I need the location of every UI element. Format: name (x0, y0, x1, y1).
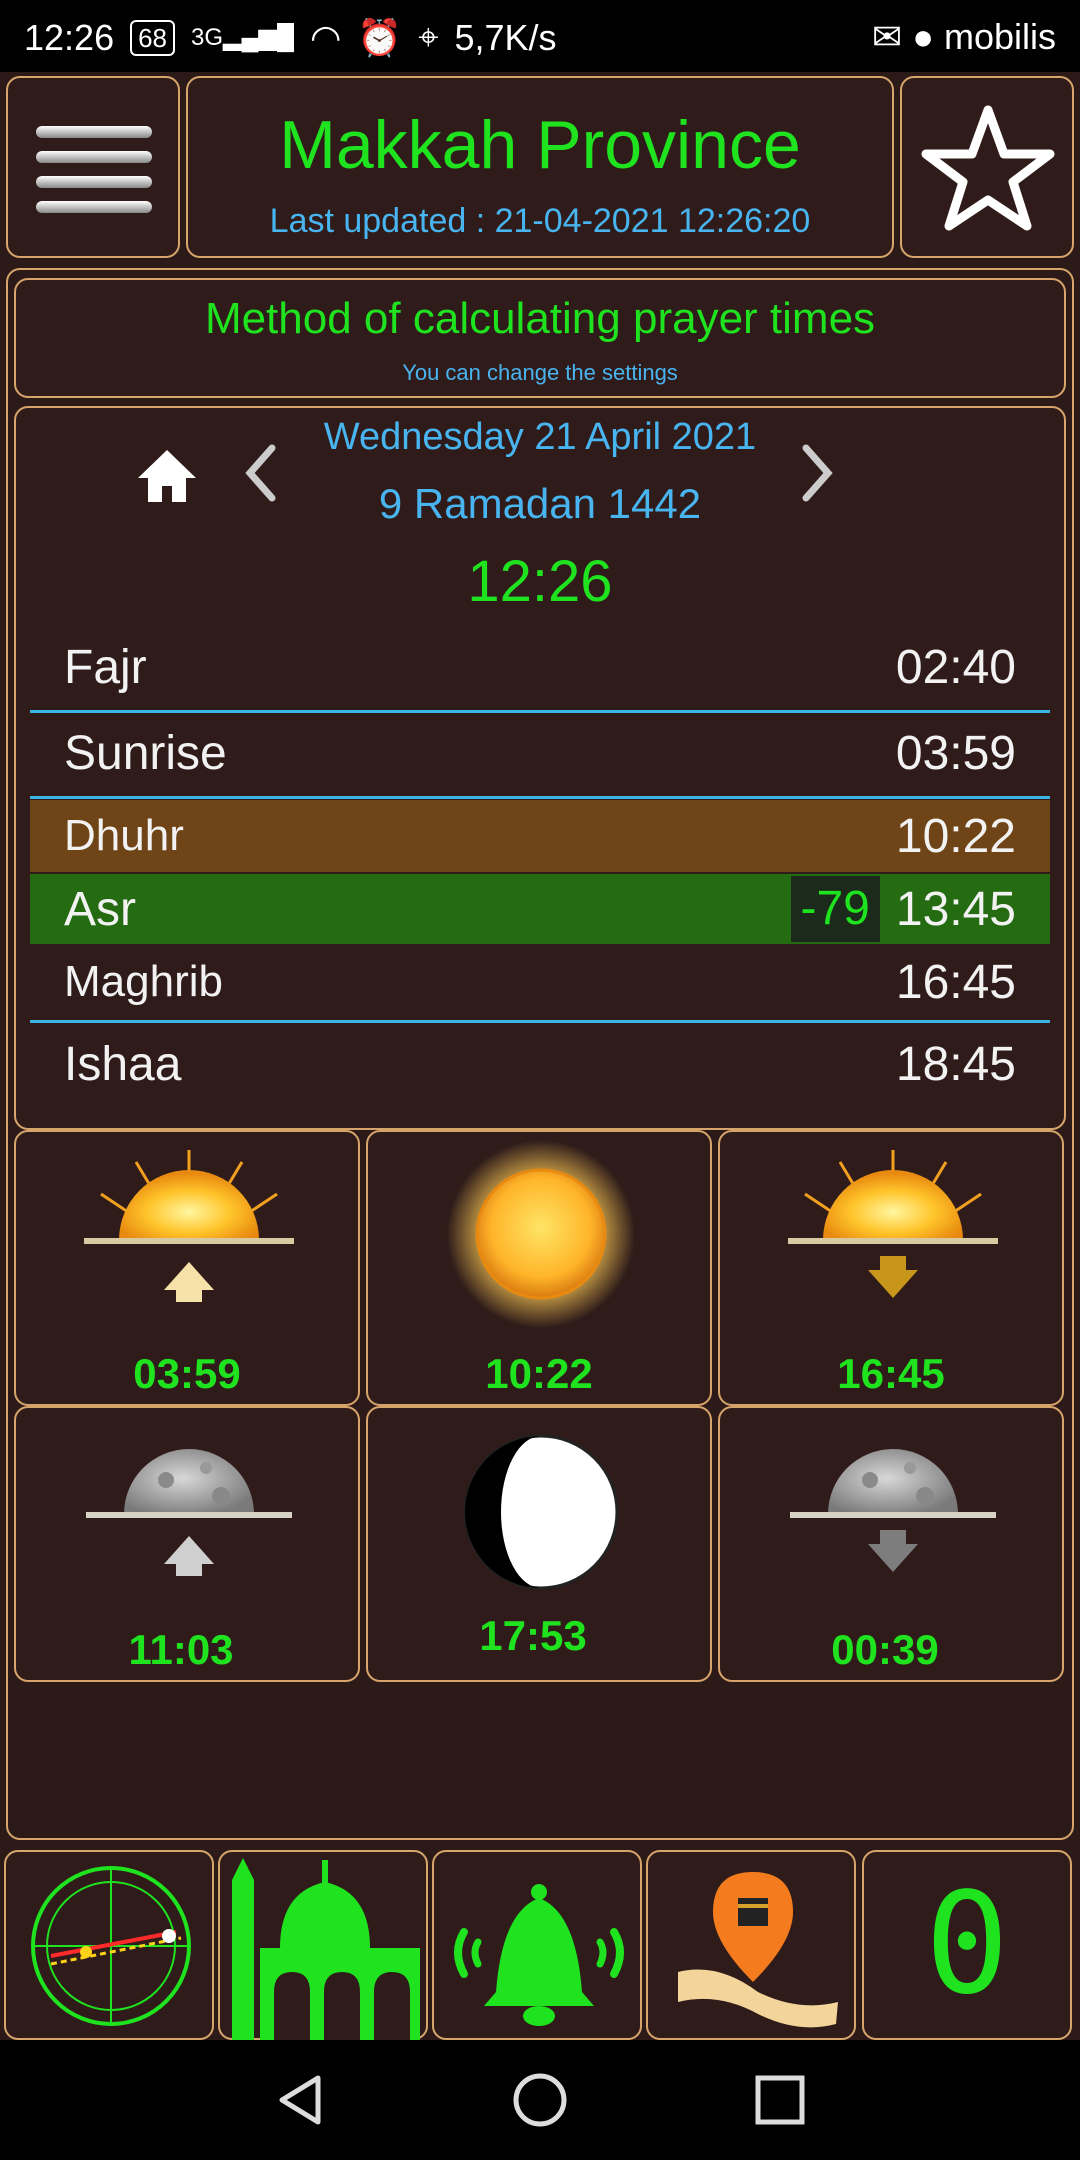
prayer-time: 10:22 (895, 809, 1016, 863)
divider (30, 1020, 1050, 1023)
moonrise-icon (86, 1449, 292, 1576)
menu-button[interactable] (6, 76, 180, 258)
alarm-button[interactable] (432, 1850, 642, 2040)
moon-phase-tile[interactable]: 17:53 (366, 1406, 712, 1682)
prayer-time: 18:45 (895, 1037, 1016, 1091)
compass-icon (31, 1866, 191, 2026)
qibla-compass-button[interactable] (4, 1850, 214, 2040)
recents-icon[interactable] (750, 2070, 810, 2130)
method-title: Method of calculating prayer times (204, 294, 876, 343)
data-rate: 5,7K/s (454, 16, 557, 58)
chevron-right-icon (802, 444, 833, 502)
location-title: Makkah Province (279, 107, 801, 183)
prayer-name: Ishaa (64, 1037, 182, 1091)
carrier-name: mobilis (943, 16, 1056, 57)
home-nav-icon[interactable] (510, 2070, 570, 2130)
counter-button[interactable]: 0 (862, 1850, 1072, 2040)
moonset-time: 00:39 (831, 1626, 939, 1673)
asr-countdown: -79 (790, 876, 880, 942)
star-icon (921, 105, 1055, 231)
current-time: 12:26 (467, 549, 613, 614)
sunset-time: 16:45 (837, 1350, 945, 1397)
prayer-name: Fajr (64, 640, 147, 694)
prayer-name: Maghrib (64, 957, 223, 1006)
sunrise-time: 03:59 (133, 1350, 241, 1397)
prayer-time: 02:40 (895, 640, 1016, 694)
last-updated: Last updated : 21-04-2021 12:26:20 (269, 202, 811, 240)
prev-day-button[interactable] (240, 438, 280, 508)
prayer-row-maghrib[interactable]: Maghrib 16:45 (30, 944, 1050, 1020)
solar-noon-time: 10:22 (485, 1350, 593, 1397)
wifi-icon: ◠ (309, 16, 342, 58)
moonrise-time: 11:03 (128, 1626, 234, 1673)
system-nav-bar (0, 2040, 1080, 2160)
alarm-icon: ⏰ (357, 16, 403, 58)
status-bar: 12:26 68 3G▂▄▆█ ◠ ⏰ ⌖ 5,7K/s ✉ ● mobilis (0, 0, 1080, 72)
prayer-row-ishaa[interactable]: Ishaa 18:45 (30, 1024, 1050, 1104)
sunrise-icon (84, 1150, 294, 1302)
moon-phase-icon (463, 1434, 619, 1590)
solar-noon-tile[interactable]: 10:22 (366, 1130, 712, 1406)
prayer-row-fajr[interactable]: Fajr 02:40 (30, 628, 1050, 706)
map-pin-icon (678, 1872, 838, 2028)
sunrise-tile[interactable]: 03:59 (14, 1130, 360, 1406)
moonset-icon (790, 1449, 996, 1572)
location-icon: ⌖ (418, 16, 439, 57)
prayer-time: 03:59 (895, 726, 1016, 780)
moon-phase-time: 17:53 (479, 1612, 587, 1659)
gregorian-date: Wednesday 21 April 2021 (323, 416, 757, 458)
favorite-button[interactable] (900, 76, 1074, 258)
chevron-left-icon (245, 444, 276, 502)
hijri-date: 9 Ramadan 1442 (378, 480, 702, 527)
back-icon[interactable] (270, 2070, 330, 2130)
divider (30, 710, 1050, 713)
bell-icon (454, 1884, 624, 2026)
hamburger-icon (36, 126, 152, 214)
status-time: 12:26 (24, 16, 115, 58)
moonset-tile[interactable]: 00:39 (718, 1406, 1064, 1682)
app-root: Makkah Province Last updated : 21-04-202… (0, 72, 1080, 2040)
prayer-name: Asr (64, 882, 136, 936)
divider (30, 796, 1050, 799)
calculation-method-panel[interactable]: Method of calculating prayer times You c… (14, 278, 1066, 398)
moonrise-tile[interactable]: 11:03 (14, 1406, 360, 1682)
next-day-button[interactable] (798, 438, 838, 508)
mail-icon: ✉ (872, 16, 903, 57)
sun-icon (447, 1140, 635, 1328)
location-map-button[interactable] (646, 1850, 856, 2040)
sunset-tile[interactable]: 16:45 (718, 1130, 1064, 1406)
method-subtitle: You can change the settings (402, 360, 678, 385)
prayer-row-dhuhr[interactable]: Dhuhr 10:22 (30, 800, 1050, 872)
mosque-button[interactable] (218, 1850, 428, 2040)
location-header[interactable]: Makkah Province Last updated : 21-04-202… (186, 76, 894, 258)
prayer-row-sunrise[interactable]: Sunrise 03:59 (30, 714, 1050, 792)
mosque-icon (232, 1858, 420, 2040)
network-type: 3G (191, 24, 224, 51)
battery-indicator: 68 (130, 19, 176, 56)
prayer-name: Dhuhr (64, 811, 184, 860)
prayer-time: 13:45 (895, 882, 1016, 936)
home-icon[interactable] (136, 448, 198, 504)
counter-display: 0 (924, 1863, 1010, 2026)
prayer-name: Sunrise (64, 726, 227, 780)
signal-icon: 3G▂▄▆█ (191, 24, 294, 51)
prayer-row-asr[interactable]: Asr -79 13:45 (30, 874, 1050, 944)
chat-icon: ● (912, 16, 934, 57)
prayer-time: 16:45 (895, 955, 1016, 1009)
sunset-icon (788, 1150, 998, 1298)
